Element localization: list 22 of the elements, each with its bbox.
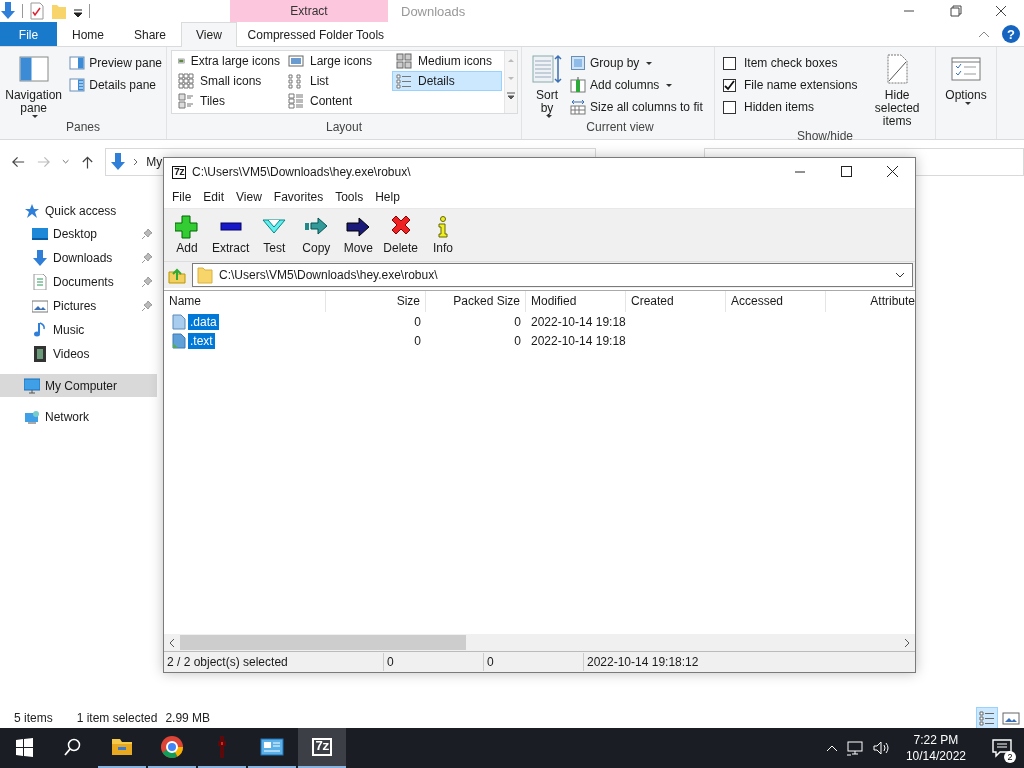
selection-size: 2.99 MB xyxy=(165,711,211,725)
group-label: Layout xyxy=(325,119,363,136)
table-cell-text: 0 xyxy=(413,333,422,348)
status-text: 0 xyxy=(484,653,584,671)
status-text: 2 / 2 object(s) selected xyxy=(164,653,384,671)
table-cell-text: 2022-10-14 19:18 xyxy=(530,314,626,329)
group-label: Current view xyxy=(585,119,655,136)
selection-info: 1 item selected xyxy=(76,711,158,725)
status-text: 2022-10-14 19:18:12 xyxy=(586,654,700,671)
window-title: C:\Users\VM5\Downloads\hey.exe\robux\ xyxy=(192,165,411,179)
contextual-tab-label: Extract xyxy=(290,4,328,18)
table-cell-text: 0 xyxy=(513,333,522,348)
table-cell-text: 0 xyxy=(413,314,422,329)
table-cell-text: 2022-10-14 19:18 xyxy=(530,333,626,348)
window-title: Downloads xyxy=(400,3,466,19)
group-label: Show/hide xyxy=(795,128,854,144)
item-count: 5 items xyxy=(14,711,53,725)
notification-badge: 2 xyxy=(1004,751,1016,763)
app-logo: 7z xyxy=(172,165,186,179)
table-cell-text: 0 xyxy=(513,314,522,329)
group-label: Panes xyxy=(65,119,101,136)
status-text: 0 xyxy=(384,653,484,671)
